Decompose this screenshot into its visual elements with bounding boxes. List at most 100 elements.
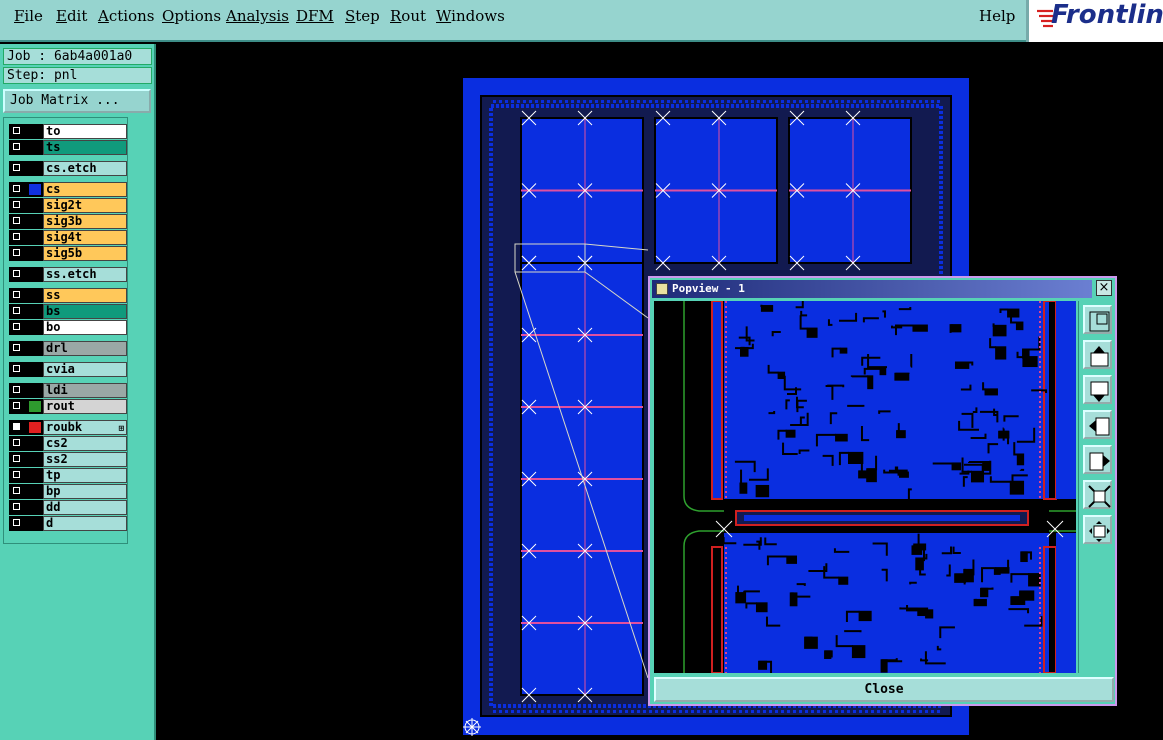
layer-color-swatch[interactable] [26, 484, 43, 499]
layer-name[interactable]: ts [43, 140, 127, 155]
layer-color-swatch[interactable] [26, 436, 43, 451]
layer-color-swatch[interactable] [26, 516, 43, 531]
layer-row-rout[interactable]: rout [9, 399, 127, 414]
layer-checkbox[interactable] [9, 214, 26, 229]
layer-color-swatch[interactable] [26, 182, 43, 197]
layer-name[interactable]: sig3b [43, 214, 127, 229]
popview-close-button[interactable]: Close [654, 677, 1114, 702]
layer-name[interactable]: sig4t [43, 230, 127, 245]
layer-name[interactable]: rout [43, 399, 127, 414]
layer-checkbox[interactable] [9, 452, 26, 467]
pan-down-icon[interactable] [1083, 375, 1112, 404]
layer-color-swatch[interactable] [26, 288, 43, 303]
layer-row-sig2t[interactable]: sig2t [9, 198, 127, 213]
layer-row-cs-etch[interactable]: cs.etch [9, 161, 127, 176]
layer-checkbox[interactable] [9, 383, 26, 398]
layer-name[interactable]: d [43, 516, 127, 531]
layer-name[interactable]: dd [43, 500, 127, 515]
layer-checkbox[interactable] [9, 320, 26, 335]
layer-checkbox[interactable] [9, 341, 26, 356]
layer-row-ss2[interactable]: ss2 [9, 452, 127, 467]
layer-color-swatch[interactable] [26, 383, 43, 398]
popview-close-x-button[interactable]: × [1096, 280, 1112, 296]
menu-edit[interactable]: Edit [56, 7, 87, 25]
layer-row-bo[interactable]: bo [9, 320, 127, 335]
zoom-out-icon[interactable] [1083, 480, 1112, 509]
layer-row-d[interactable]: d [9, 516, 127, 531]
window-menu-icon[interactable] [656, 283, 668, 295]
menu-file[interactable]: File [14, 7, 43, 25]
layer-checkbox[interactable] [9, 399, 26, 414]
layer-checkbox[interactable] [9, 436, 26, 451]
layer-name[interactable]: ss2 [43, 452, 127, 467]
layer-name[interactable]: roubk ⊞ [43, 420, 127, 435]
layer-color-swatch[interactable] [26, 214, 43, 229]
layer-checkbox[interactable] [9, 362, 26, 377]
zoom-in-icon[interactable] [1083, 515, 1112, 544]
layer-checkbox[interactable] [9, 161, 26, 176]
layer-row-bs[interactable]: bs [9, 304, 127, 319]
layer-checkbox[interactable] [9, 288, 26, 303]
layer-row-ss[interactable]: ss [9, 288, 127, 303]
popview-title-bar[interactable]: Popview - 1 [652, 280, 1092, 298]
layer-checkbox[interactable] [9, 468, 26, 483]
layer-row-dd[interactable]: dd [9, 500, 127, 515]
menu-dfm[interactable]: DFM [296, 7, 334, 25]
layer-row-bp[interactable]: bp [9, 484, 127, 499]
layer-row-cs2[interactable]: cs2 [9, 436, 127, 451]
layer-name[interactable]: drl [43, 341, 127, 356]
layer-color-swatch[interactable] [26, 161, 43, 176]
layer-row-drl[interactable]: drl [9, 341, 127, 356]
layer-checkbox[interactable] [9, 198, 26, 213]
layer-name[interactable]: bs [43, 304, 127, 319]
layer-name[interactable]: cs.etch [43, 161, 127, 176]
layer-row-cvia[interactable]: cvia [9, 362, 127, 377]
layer-checkbox[interactable] [9, 516, 26, 531]
layer-color-swatch[interactable] [26, 362, 43, 377]
layer-color-swatch[interactable] [26, 246, 43, 261]
layer-name[interactable]: to [43, 124, 127, 139]
layer-row-sig3b[interactable]: sig3b [9, 214, 127, 229]
layer-checkbox[interactable] [9, 182, 26, 197]
layer-color-swatch[interactable] [26, 304, 43, 319]
layer-row-roubk[interactable]: roubk ⊞ [9, 420, 127, 435]
layer-name[interactable]: cs [43, 182, 127, 197]
layer-color-swatch[interactable] [26, 230, 43, 245]
layer-row-to[interactable]: to [9, 124, 127, 139]
layer-color-swatch[interactable] [26, 124, 43, 139]
layer-checkbox[interactable] [9, 420, 26, 435]
zoom-fit-icon[interactable] [1083, 305, 1112, 334]
menu-windows[interactable]: Windows [436, 7, 505, 25]
menu-help[interactable]: Help [979, 7, 1015, 25]
layer-color-swatch[interactable] [26, 399, 43, 414]
layer-name[interactable]: ss [43, 288, 127, 303]
layer-name[interactable]: ss.etch [43, 267, 127, 282]
layer-checkbox[interactable] [9, 484, 26, 499]
layer-row-sig4t[interactable]: sig4t [9, 230, 127, 245]
layer-color-swatch[interactable] [26, 320, 43, 335]
pan-right-icon[interactable] [1083, 445, 1112, 474]
layer-name[interactable]: ldi [43, 383, 127, 398]
layer-row-cs[interactable]: cs [9, 182, 127, 197]
layer-name[interactable]: tp [43, 468, 127, 483]
menu-options[interactable]: Options [162, 7, 221, 25]
popview-canvas[interactable] [654, 301, 1076, 673]
layer-color-swatch[interactable] [26, 140, 43, 155]
layer-color-swatch[interactable] [26, 468, 43, 483]
menu-step[interactable]: Step [345, 7, 380, 25]
layer-color-swatch[interactable] [26, 341, 43, 356]
layer-checkbox[interactable] [9, 304, 26, 319]
layer-name[interactable]: bp [43, 484, 127, 499]
layer-color-swatch[interactable] [26, 500, 43, 515]
pan-left-icon[interactable] [1083, 410, 1112, 439]
menu-rout[interactable]: Rout [390, 7, 426, 25]
layer-name[interactable]: bo [43, 320, 127, 335]
layer-checkbox[interactable] [9, 267, 26, 282]
layer-row-tp[interactable]: tp [9, 468, 127, 483]
layer-row-ts[interactable]: ts [9, 140, 127, 155]
layer-name[interactable]: cvia [43, 362, 127, 377]
layer-row-sig5b[interactable]: sig5b [9, 246, 127, 261]
layer-color-swatch[interactable] [26, 267, 43, 282]
layer-name[interactable]: sig2t [43, 198, 127, 213]
layer-color-swatch[interactable] [26, 198, 43, 213]
